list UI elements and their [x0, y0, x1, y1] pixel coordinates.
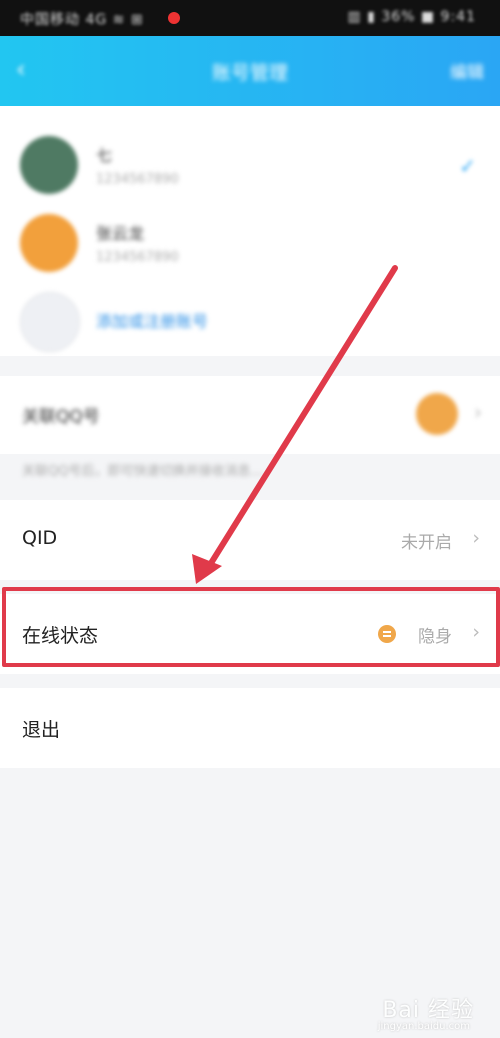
page-title: 账号管理: [211, 62, 288, 84]
qid-row[interactable]: QID 未开启 ›: [0, 500, 500, 580]
account-row[interactable]: 张云龙 1234567890: [0, 206, 500, 284]
status-bar: 中国移动 4G ≋ ⊞ ▥ ▮ 36% ■ 9:41: [0, 0, 500, 36]
related-qq-row[interactable]: 关联QQ号 ›: [0, 376, 500, 454]
check-icon: ✓: [459, 154, 476, 178]
add-account-row[interactable]: 添加或注册账号: [0, 284, 500, 362]
app-header: ‹ 账号管理 编辑: [0, 36, 500, 106]
account-list: 七 1234567890 ✓ 张云龙 1234567890 添加或注册账号: [0, 106, 500, 356]
related-qq-label: 关联QQ号: [22, 407, 100, 427]
account-name: 七: [96, 146, 113, 165]
chevron-right-icon: ›: [474, 400, 482, 424]
account-id: 1234567890: [96, 250, 179, 265]
add-account-label: 添加或注册账号: [96, 312, 209, 331]
invisible-status-icon: [378, 625, 396, 643]
related-qq-note: 关联QQ号后，即可快速切换并接收消息...: [22, 464, 263, 479]
watermark: Bai 经验: [382, 998, 474, 1023]
status-bar-right: ▥ ▮ 36% ■ 9:41: [347, 9, 476, 25]
online-status-row[interactable]: 在线状态 隐身 ›: [0, 594, 500, 674]
notification-dot-icon: [168, 12, 180, 24]
online-status-label: 在线状态: [22, 625, 99, 647]
add-account-icon: [20, 292, 80, 352]
related-avatar: [416, 393, 458, 435]
edit-button[interactable]: 编辑: [450, 58, 484, 83]
avatar: [20, 214, 78, 272]
account-name: 张云龙: [96, 224, 145, 243]
chevron-right-icon: ›: [472, 621, 480, 643]
account-row[interactable]: 七 1234567890 ✓: [0, 128, 500, 206]
avatar: [20, 136, 78, 194]
watermark-url: jingyan.baidu.com: [377, 1021, 470, 1032]
qid-value: 未开启: [401, 533, 452, 553]
logout-label: 退出: [22, 719, 61, 741]
qid-label: QID: [22, 527, 58, 549]
logout-row[interactable]: 退出: [0, 688, 500, 768]
account-id: 1234567890: [96, 172, 179, 187]
status-bar-left: 中国移动 4G ≋ ⊞: [20, 12, 144, 28]
online-status-value: 隐身: [418, 627, 452, 647]
chevron-right-icon: ›: [472, 527, 480, 549]
